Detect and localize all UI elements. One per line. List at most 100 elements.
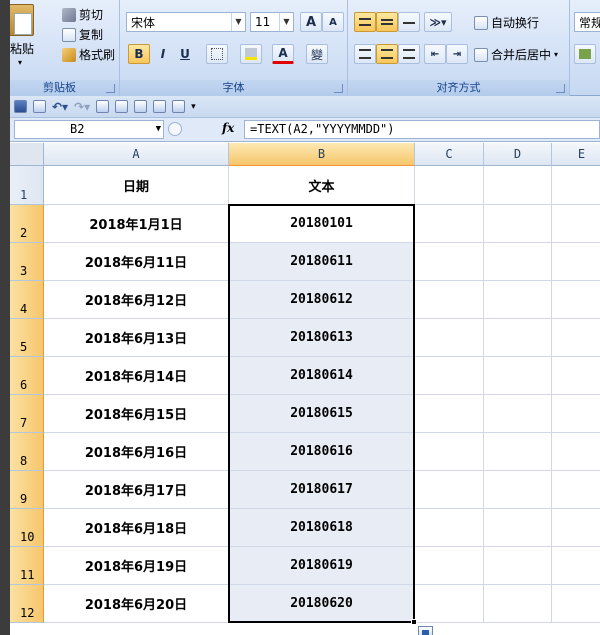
empty-cell[interactable]	[415, 433, 484, 471]
empty-cell[interactable]	[552, 357, 600, 395]
fill-handle[interactable]	[411, 619, 417, 625]
align-top-button[interactable]	[354, 12, 376, 32]
date-cell[interactable]: 2018年6月18日	[44, 509, 229, 547]
text-cell[interactable]: 20180616	[229, 433, 415, 471]
empty-cell[interactable]	[415, 547, 484, 585]
name-box[interactable]: B2 ▼	[14, 120, 164, 139]
date-cell[interactable]: 2018年1月1日	[44, 205, 229, 243]
text-cell[interactable]: 20180614	[229, 357, 415, 395]
empty-cell[interactable]	[415, 509, 484, 547]
empty-cell[interactable]	[415, 319, 484, 357]
empty-cell[interactable]	[552, 281, 600, 319]
align-left-button[interactable]	[354, 44, 376, 64]
empty-cell[interactable]	[484, 357, 552, 395]
text-cell[interactable]: 20180611	[229, 243, 415, 281]
date-cell[interactable]: 2018年6月13日	[44, 319, 229, 357]
phonetic-button[interactable]: 變	[306, 44, 328, 64]
empty-cell[interactable]	[552, 547, 600, 585]
text-cell[interactable]: 20180612	[229, 281, 415, 319]
empty-cell[interactable]	[552, 585, 600, 623]
empty-cell[interactable]	[552, 166, 600, 205]
italic-button[interactable]: I	[152, 44, 174, 64]
font-launcher-icon[interactable]	[334, 84, 343, 93]
empty-cell[interactable]	[484, 585, 552, 623]
empty-cell[interactable]	[484, 166, 552, 205]
copy-button[interactable]: 复制	[62, 26, 103, 43]
shrink-font-button[interactable]: A	[322, 12, 344, 32]
font-size-select[interactable]: 11 ▼	[250, 12, 294, 32]
empty-cell[interactable]	[484, 281, 552, 319]
empty-cell[interactable]	[415, 281, 484, 319]
font-color-button[interactable]: A	[272, 44, 294, 64]
text-cell[interactable]: 20180101	[229, 205, 415, 243]
align-bottom-button[interactable]	[398, 12, 420, 32]
table-icon[interactable]	[172, 100, 186, 113]
chart-icon[interactable]	[115, 100, 129, 113]
date-cell[interactable]: 2018年6月20日	[44, 585, 229, 623]
empty-cell[interactable]	[415, 243, 484, 281]
empty-cell[interactable]	[484, 547, 552, 585]
undo-icon[interactable]: ↶▾	[52, 100, 68, 114]
date-cell[interactable]: 2018年6月12日	[44, 281, 229, 319]
date-cell[interactable]: 2018年6月17日	[44, 471, 229, 509]
date-cell[interactable]: 2018年6月14日	[44, 357, 229, 395]
empty-cell[interactable]	[552, 509, 600, 547]
text-cell[interactable]: 20180619	[229, 547, 415, 585]
empty-cell[interactable]	[484, 509, 552, 547]
empty-cell[interactable]	[415, 357, 484, 395]
decrease-indent-button[interactable]: ⇤	[424, 44, 446, 64]
print-preview-icon[interactable]	[153, 100, 167, 113]
date-cell[interactable]: 2018年6月19日	[44, 547, 229, 585]
new-document-icon[interactable]	[33, 100, 46, 113]
date-cell[interactable]: 2018年6月15日	[44, 395, 229, 433]
text-cell[interactable]: 20180620	[229, 585, 415, 623]
empty-cell[interactable]	[415, 205, 484, 243]
text-cell[interactable]: 20180618	[229, 509, 415, 547]
spell-check-icon[interactable]	[134, 100, 148, 113]
wrap-text-button[interactable]: 自动换行	[474, 14, 539, 31]
increase-indent-button[interactable]: ⇥	[446, 44, 468, 64]
align-middle-button[interactable]	[376, 12, 398, 32]
text-cell[interactable]: 20180617	[229, 471, 415, 509]
empty-cell[interactable]	[552, 395, 600, 433]
header-cell-date[interactable]: 日期	[44, 166, 229, 205]
date-cell[interactable]: 2018年6月11日	[44, 243, 229, 281]
text-cell[interactable]: 20180613	[229, 319, 415, 357]
date-cell[interactable]: 2018年6月16日	[44, 433, 229, 471]
merge-center-button[interactable]: 合并后居中 ▾	[474, 46, 558, 63]
customize-toolbar-icon[interactable]: ▾	[191, 102, 196, 112]
header-cell-text[interactable]: 文本	[229, 166, 415, 205]
redo-icon[interactable]: ↷▾	[74, 100, 90, 114]
format-painter-button[interactable]: 格式刷	[62, 46, 115, 63]
empty-cell[interactable]	[484, 471, 552, 509]
fill-color-button[interactable]	[240, 44, 262, 64]
align-right-button[interactable]	[398, 44, 420, 64]
accounting-format-button[interactable]	[574, 44, 596, 64]
clipboard-launcher-icon[interactable]	[106, 84, 115, 93]
column-header-c[interactable]: C	[415, 143, 484, 166]
number-format-select[interactable]: 常规	[574, 12, 600, 32]
cut-button[interactable]: 剪切	[62, 6, 103, 23]
sort-icon[interactable]	[96, 100, 110, 113]
column-header-a[interactable]: A	[44, 143, 229, 166]
empty-cell[interactable]	[415, 585, 484, 623]
borders-button[interactable]	[206, 44, 228, 64]
empty-cell[interactable]	[484, 205, 552, 243]
font-family-select[interactable]: 宋体 ▼	[126, 12, 246, 32]
column-header-e[interactable]: E	[552, 143, 600, 166]
formula-input[interactable]: =TEXT(A2,"YYYYMMDD")	[244, 120, 600, 139]
auto-fill-options-icon[interactable]	[418, 626, 433, 635]
column-header-d[interactable]: D	[484, 143, 552, 166]
column-header-b[interactable]: B	[229, 143, 415, 166]
alignment-launcher-icon[interactable]	[556, 84, 565, 93]
empty-cell[interactable]	[484, 395, 552, 433]
underline-button[interactable]: U	[174, 44, 196, 64]
empty-cell[interactable]	[552, 433, 600, 471]
text-cell[interactable]: 20180615	[229, 395, 415, 433]
empty-cell[interactable]	[415, 166, 484, 205]
bold-button[interactable]: B	[128, 44, 150, 64]
save-icon[interactable]	[14, 100, 27, 113]
empty-cell[interactable]	[484, 319, 552, 357]
insert-function-button[interactable]: fx	[222, 121, 234, 135]
empty-cell[interactable]	[484, 433, 552, 471]
